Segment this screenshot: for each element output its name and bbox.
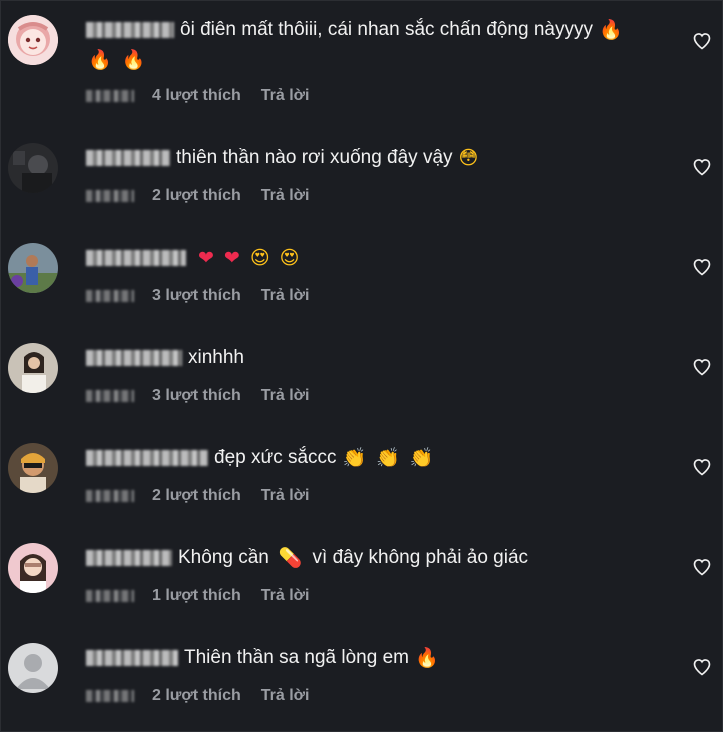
comment-text: Không cần xyxy=(178,547,269,568)
comment-body: xinhhh xyxy=(86,343,671,373)
comment-text: đẹp xức sắccc xyxy=(214,447,337,468)
username[interactable] xyxy=(86,450,208,466)
comment-body: ôi điên mất thôiii, cái nhan sắc chấn độ… xyxy=(86,15,671,75)
comment-item: Không cần 💊 vì đây không phải ảo giác 1 … xyxy=(1,529,722,629)
reply-button[interactable]: Trả lời xyxy=(261,687,310,705)
username[interactable] xyxy=(86,150,170,166)
heart-emoji-icon: ❤ xyxy=(198,246,214,269)
reply-button[interactable]: Trả lời xyxy=(261,87,310,105)
pill-emoji-icon: 💊 xyxy=(278,546,303,569)
heart-eyes-emoji-icon: 😍 xyxy=(249,246,270,269)
timestamp xyxy=(86,390,134,402)
reply-button[interactable]: Trả lời xyxy=(261,287,310,305)
flushed-emoji-icon: 😳 xyxy=(458,146,479,169)
like-count[interactable]: 2 lượt thích xyxy=(152,487,241,505)
comment-body: Thiên thần sa ngã lòng em 🔥 xyxy=(86,643,671,673)
like-count[interactable]: 2 lượt thích xyxy=(152,187,241,205)
comment-text: Thiên thần sa ngã lòng em xyxy=(184,647,409,668)
clapping-hands-emoji-icon: 👏 xyxy=(376,446,400,469)
heart-outline-icon[interactable] xyxy=(692,357,712,377)
clapping-hands-emoji-icon: 👏 xyxy=(409,446,434,469)
fire-emoji-icon: 🔥 xyxy=(598,18,623,41)
avatar[interactable] xyxy=(8,643,58,693)
username[interactable] xyxy=(86,350,182,366)
comment-meta: 4 lượt thích Trả lời xyxy=(86,86,309,106)
like-count[interactable]: 2 lượt thích xyxy=(152,687,241,705)
like-count[interactable]: 3 lượt thích xyxy=(152,287,241,305)
timestamp xyxy=(86,190,134,202)
comment-text-continued: vì đây không phải ảo giác xyxy=(312,547,529,568)
timestamp xyxy=(86,690,134,702)
heart-outline-icon[interactable] xyxy=(692,157,712,177)
comment-item: xinhhh 3 lượt thích Trả lời xyxy=(1,329,722,429)
timestamp xyxy=(86,290,134,302)
comment-item: ❤ ❤ 😍 😍 3 lượt thích Trả lời xyxy=(1,229,722,329)
username[interactable] xyxy=(86,22,174,38)
heart-outline-icon[interactable] xyxy=(692,557,712,577)
clapping-hands-emoji-icon: 👏 xyxy=(342,446,367,469)
avatar[interactable] xyxy=(8,443,58,493)
comment-meta: 1 lượt thích Trả lời xyxy=(86,586,309,606)
fire-emoji-icon: 🔥 xyxy=(88,48,112,71)
comment-item: thiên thần nào rơi xuống đây vậy 😳 2 lượ… xyxy=(1,129,722,229)
comment-body: Không cần 💊 vì đây không phải ảo giác xyxy=(86,543,671,573)
heart-outline-icon[interactable] xyxy=(692,31,712,51)
heart-outline-icon[interactable] xyxy=(692,657,712,677)
avatar[interactable] xyxy=(8,343,58,393)
like-count[interactable]: 1 lượt thích xyxy=(152,587,241,605)
comment-text: xinhhh xyxy=(188,347,244,368)
comment-item: ôi điên mất thôiii, cái nhan sắc chấn độ… xyxy=(1,1,722,104)
like-count[interactable]: 4 lượt thích xyxy=(152,87,241,105)
reply-button[interactable]: Trả lời xyxy=(261,587,310,605)
username[interactable] xyxy=(86,650,178,666)
avatar[interactable] xyxy=(8,543,58,593)
comment-meta: 2 lượt thích Trả lời xyxy=(86,486,309,506)
avatar[interactable] xyxy=(8,243,58,293)
fire-emoji-icon: 🔥 xyxy=(415,646,439,669)
heart-outline-icon[interactable] xyxy=(692,257,712,277)
fire-emoji-icon: 🔥 xyxy=(121,48,146,71)
comment-body: đẹp xức sắccc 👏 👏 👏 xyxy=(86,443,671,473)
comment-body: ❤ ❤ 😍 😍 xyxy=(86,243,671,273)
comment-text: ôi điên mất thôiii, cái nhan sắc chấn độ… xyxy=(180,19,593,40)
heart-emoji-icon: ❤ xyxy=(223,246,240,269)
comment-meta: 2 lượt thích Trả lời xyxy=(86,186,309,206)
comment-meta: 2 lượt thích Trả lời xyxy=(86,686,309,706)
reply-button[interactable]: Trả lời xyxy=(261,187,310,205)
heart-outline-icon[interactable] xyxy=(692,457,712,477)
timestamp xyxy=(86,90,134,102)
avatar[interactable] xyxy=(8,15,58,65)
comment-meta: 3 lượt thích Trả lời xyxy=(86,386,309,406)
timestamp xyxy=(86,590,134,602)
comment-text: thiên thần nào rơi xuống đây vậy xyxy=(176,147,453,168)
reply-button[interactable]: Trả lời xyxy=(261,387,310,405)
timestamp xyxy=(86,490,134,502)
comment-item: đẹp xức sắccc 👏 👏 👏 2 lượt thích Trả lời xyxy=(1,429,722,529)
comment-meta: 3 lượt thích Trả lời xyxy=(86,286,309,306)
heart-eyes-emoji-icon: 😍 xyxy=(279,246,300,269)
username[interactable] xyxy=(86,550,172,566)
username[interactable] xyxy=(86,250,186,266)
reply-button[interactable]: Trả lời xyxy=(261,487,310,505)
comment-item: Thiên thần sa ngã lòng em 🔥 2 lượt thích… xyxy=(1,629,722,729)
avatar[interactable] xyxy=(8,143,58,193)
like-count[interactable]: 3 lượt thích xyxy=(152,387,241,405)
comment-body: thiên thần nào rơi xuống đây vậy 😳 xyxy=(86,143,671,173)
